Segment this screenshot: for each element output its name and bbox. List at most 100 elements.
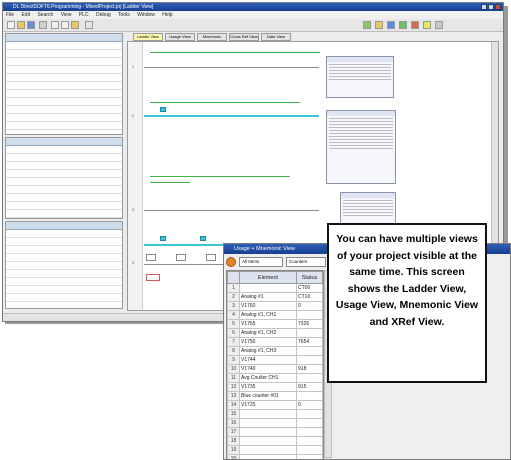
- paste-icon[interactable]: [71, 21, 79, 29]
- status-icon[interactable]: [423, 21, 431, 29]
- menu-file[interactable]: File: [6, 12, 14, 18]
- list-item[interactable]: [6, 162, 122, 170]
- table-row[interactable]: 11Avg Coulter CH1: [228, 374, 323, 383]
- element-cell[interactable]: V1744: [240, 356, 297, 365]
- menu-edit[interactable]: Edit: [21, 12, 30, 18]
- element-cell[interactable]: Avg Coulter CH1: [240, 374, 297, 383]
- table-row[interactable]: 2Analog #1CT10: [228, 293, 323, 302]
- contact-icon[interactable]: [160, 236, 166, 241]
- table-row[interactable]: 9V1744: [228, 356, 323, 365]
- table-row[interactable]: 14V17250: [228, 401, 323, 410]
- element-cell[interactable]: [240, 284, 297, 293]
- list-item[interactable]: [6, 210, 122, 218]
- element-cell[interactable]: V1755: [240, 320, 297, 329]
- menu-help[interactable]: Help: [162, 12, 172, 18]
- list-item[interactable]: [6, 186, 122, 194]
- table-row[interactable]: 7V17507654: [228, 338, 323, 347]
- list-item[interactable]: [6, 114, 122, 122]
- tab-mnemonic-view[interactable]: Mnemonic View: [197, 33, 227, 41]
- list-item[interactable]: [6, 42, 122, 50]
- element-cell[interactable]: V1740: [240, 365, 297, 374]
- element-cell[interactable]: Analog #1, CH3: [240, 347, 297, 356]
- find-icon[interactable]: [85, 21, 93, 29]
- list-item[interactable]: [6, 302, 122, 309]
- list-item[interactable]: [6, 270, 122, 278]
- table-row[interactable]: 18: [228, 437, 323, 446]
- tab-ladder-view[interactable]: Ladder View: [133, 33, 163, 41]
- open-icon[interactable]: [17, 21, 25, 29]
- list-item[interactable]: [6, 98, 122, 106]
- instruction-box[interactable]: [326, 56, 394, 98]
- element-cell[interactable]: [240, 428, 297, 437]
- list-item[interactable]: [6, 90, 122, 98]
- list-item[interactable]: [6, 238, 122, 246]
- read-plc-icon[interactable]: [375, 21, 383, 29]
- element-column-header[interactable]: Element: [240, 272, 297, 284]
- tab-data-view[interactable]: Data View: [261, 33, 291, 41]
- contact-icon[interactable]: [160, 107, 166, 112]
- table-row[interactable]: 1CT00: [228, 284, 323, 293]
- table-row[interactable]: 16: [228, 419, 323, 428]
- run-icon[interactable]: [399, 21, 407, 29]
- element-cell[interactable]: Analog #1, CH1: [240, 311, 297, 320]
- xref-filter-icon[interactable]: [226, 257, 236, 267]
- table-row[interactable]: 6Analog #1, CH2: [228, 329, 323, 338]
- list-item[interactable]: [6, 254, 122, 262]
- menu-plc[interactable]: PLC: [79, 12, 89, 18]
- element-cell[interactable]: V1760: [240, 302, 297, 311]
- cut-icon[interactable]: [51, 21, 59, 29]
- menu-tools[interactable]: Tools: [118, 12, 130, 18]
- list-item[interactable]: [6, 202, 122, 210]
- table-row[interactable]: 20: [228, 455, 323, 460]
- xref-type-select[interactable]: Counters: [286, 257, 326, 267]
- element-cell[interactable]: Analog #1: [240, 293, 297, 302]
- save-icon[interactable]: [27, 21, 35, 29]
- tab-usage-view[interactable]: Usage View: [165, 33, 195, 41]
- element-cell[interactable]: [240, 437, 297, 446]
- element-cell[interactable]: V1725: [240, 401, 297, 410]
- list-item[interactable]: [6, 58, 122, 66]
- coil-icon[interactable]: [206, 254, 216, 261]
- options-icon[interactable]: [435, 21, 443, 29]
- write-plc-icon[interactable]: [387, 21, 395, 29]
- table-row[interactable]: 10V1740918: [228, 365, 323, 374]
- tab-cross-ref-view[interactable]: Cross Ref View: [229, 33, 259, 41]
- element-cell[interactable]: V1750: [240, 338, 297, 347]
- table-row[interactable]: 17: [228, 428, 323, 437]
- list-item[interactable]: [6, 66, 122, 74]
- element-cell[interactable]: [240, 446, 297, 455]
- element-cell[interactable]: Analog #1, CH2: [240, 329, 297, 338]
- element-cell[interactable]: V1735: [240, 383, 297, 392]
- table-row[interactable]: 13Blue counter #01: [228, 392, 323, 401]
- element-cell[interactable]: Blue counter #01: [240, 392, 297, 401]
- element-cell[interactable]: [240, 455, 297, 460]
- table-row[interactable]: 3V17600: [228, 302, 323, 311]
- list-item[interactable]: [6, 218, 122, 219]
- coil-icon[interactable]: [176, 254, 186, 261]
- element-cell[interactable]: [240, 410, 297, 419]
- list-item[interactable]: [6, 82, 122, 90]
- list-item[interactable]: [6, 146, 122, 154]
- copy-icon[interactable]: [61, 21, 69, 29]
- close-icon[interactable]: [495, 4, 501, 10]
- table-row[interactable]: 5V17557326: [228, 320, 323, 329]
- list-item[interactable]: [6, 286, 122, 294]
- coil-icon[interactable]: [146, 254, 156, 261]
- menu-window[interactable]: Window: [137, 12, 155, 18]
- table-row[interactable]: 4Analog #1, CH1: [228, 311, 323, 320]
- print-icon[interactable]: [39, 21, 47, 29]
- list-item[interactable]: [6, 194, 122, 202]
- element-cell[interactable]: [240, 419, 297, 428]
- list-item[interactable]: [6, 74, 122, 82]
- list-item[interactable]: [6, 130, 122, 135]
- menu-search[interactable]: Search: [37, 12, 53, 18]
- instruction-box[interactable]: [326, 110, 396, 184]
- table-row[interactable]: 12V1735915: [228, 383, 323, 392]
- list-item[interactable]: [6, 294, 122, 302]
- list-item[interactable]: [6, 230, 122, 238]
- list-item[interactable]: [6, 50, 122, 58]
- list-item[interactable]: [6, 278, 122, 286]
- maximize-icon[interactable]: [488, 4, 494, 10]
- status-column-header[interactable]: Status: [297, 272, 323, 284]
- table-row[interactable]: 15: [228, 410, 323, 419]
